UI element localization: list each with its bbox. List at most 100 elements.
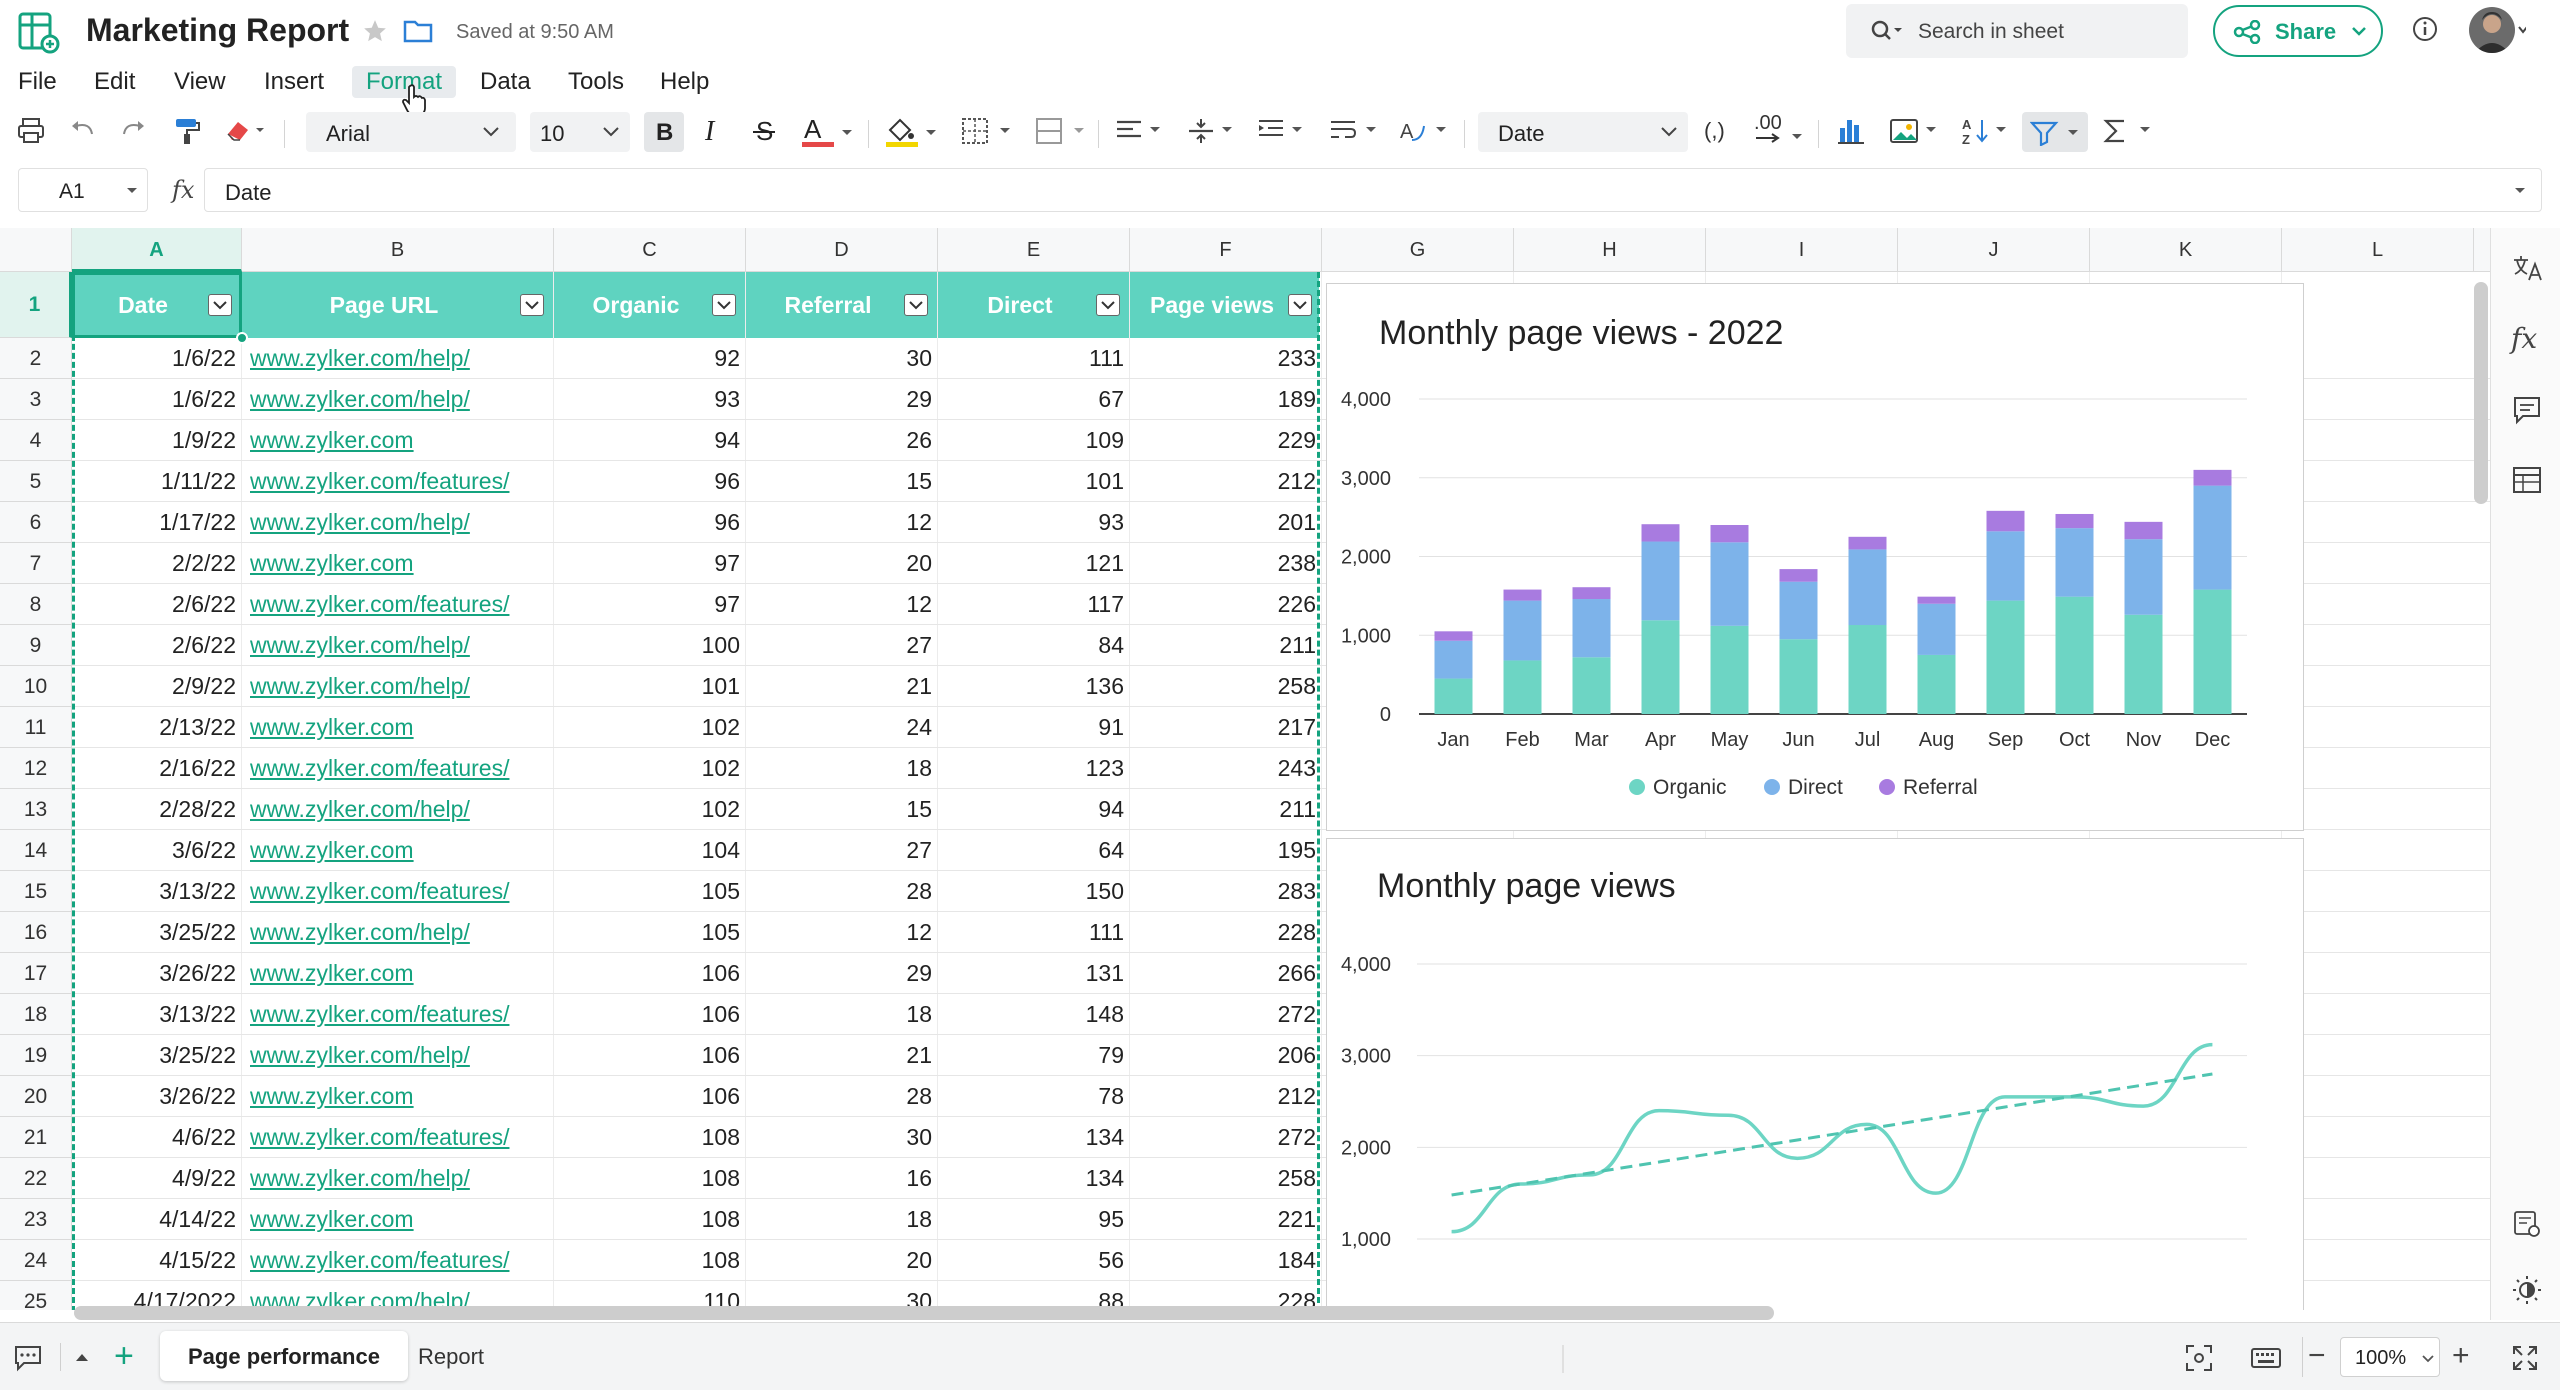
cell-value[interactable]: 20: [746, 1240, 938, 1280]
row-header[interactable]: 22: [0, 1158, 72, 1199]
cell-value[interactable]: 3/13/22: [72, 871, 242, 911]
row-header[interactable]: 23: [0, 1199, 72, 1240]
text-color-icon[interactable]: A: [800, 116, 860, 150]
menu-file[interactable]: File: [4, 66, 71, 98]
menu-help[interactable]: Help: [646, 66, 723, 98]
cell-value[interactable]: 12: [746, 912, 938, 952]
cell-value[interactable]: 206: [1130, 1035, 1322, 1075]
tab-scroll-divider[interactable]: [1562, 1345, 1564, 1373]
cell-value[interactable]: 21: [746, 666, 938, 706]
cell-value[interactable]: 217: [1130, 707, 1322, 747]
cell-value[interactable]: 21: [746, 1035, 938, 1075]
cell-value[interactable]: 96: [554, 461, 746, 501]
cell-value[interactable]: 20: [746, 543, 938, 583]
star-icon[interactable]: [362, 18, 388, 44]
cell-value[interactable]: 106: [554, 953, 746, 993]
url-link[interactable]: www.zylker.com: [242, 420, 554, 460]
cell-value[interactable]: 4/15/22: [72, 1240, 242, 1280]
cell-value[interactable]: 184: [1130, 1240, 1322, 1280]
sheet-app-logo-icon[interactable]: [16, 10, 60, 54]
cell-value[interactable]: 78: [938, 1076, 1130, 1116]
cell-value[interactable]: 226: [1130, 584, 1322, 624]
cell-value[interactable]: 101: [938, 461, 1130, 501]
column-header-d[interactable]: D: [746, 228, 938, 272]
cell-value[interactable]: 136: [938, 666, 1130, 706]
align-left-icon[interactable]: [1114, 116, 1170, 146]
document-title[interactable]: Marketing Report: [86, 12, 349, 49]
cell-value[interactable]: 1/6/22: [72, 338, 242, 378]
sort-icon[interactable]: AZ: [1960, 116, 2016, 146]
sum-function-icon[interactable]: [2102, 116, 2158, 146]
cell-value[interactable]: 111: [938, 912, 1130, 952]
row-header[interactable]: 19: [0, 1035, 72, 1076]
table-icon[interactable]: [2511, 464, 2543, 496]
row-header[interactable]: 9: [0, 625, 72, 666]
cell-value[interactable]: 93: [554, 379, 746, 419]
row-header[interactable]: 12: [0, 748, 72, 789]
row-header[interactable]: 15: [0, 871, 72, 912]
cell-value[interactable]: 3/26/22: [72, 953, 242, 993]
cell-value[interactable]: 1/11/22: [72, 461, 242, 501]
formula-input[interactable]: Date: [204, 168, 2542, 212]
url-link[interactable]: www.zylker.com: [242, 707, 554, 747]
text-rotation-icon[interactable]: A: [1398, 116, 1454, 146]
url-link[interactable]: www.zylker.com/features/: [242, 1240, 554, 1280]
row-header[interactable]: 13: [0, 789, 72, 830]
cell-value[interactable]: 108: [554, 1240, 746, 1280]
cell-value[interactable]: 106: [554, 1076, 746, 1116]
cell-value[interactable]: 100: [554, 625, 746, 665]
cell-value[interactable]: 18: [746, 994, 938, 1034]
cell-value[interactable]: 2/28/22: [72, 789, 242, 829]
cell-value[interactable]: 105: [554, 871, 746, 911]
cell-value[interactable]: 243: [1130, 748, 1322, 788]
paint-format-icon[interactable]: [172, 116, 202, 146]
share-button[interactable]: Share: [2213, 5, 2383, 57]
cell-value[interactable]: 148: [938, 994, 1130, 1034]
cell-value[interactable]: 266: [1130, 953, 1322, 993]
cell-value[interactable]: 3/25/22: [72, 1035, 242, 1075]
row-header[interactable]: 11: [0, 707, 72, 748]
fill-color-icon[interactable]: [884, 116, 944, 150]
url-link[interactable]: www.zylker.com: [242, 1076, 554, 1116]
cell-value[interactable]: 95: [938, 1199, 1130, 1239]
bold-button[interactable]: B: [644, 112, 684, 152]
url-link[interactable]: www.zylker.com/help/: [242, 338, 554, 378]
fullscreen-icon[interactable]: [2510, 1343, 2540, 1373]
cell-value[interactable]: 30: [746, 338, 938, 378]
cell-value[interactable]: 101: [554, 666, 746, 706]
folder-icon[interactable]: [403, 18, 433, 44]
url-link[interactable]: www.zylker.com/features/: [242, 994, 554, 1034]
cell-value[interactable]: 1/9/22: [72, 420, 242, 460]
filter-dropdown-icon[interactable]: [712, 294, 736, 316]
font-size-select[interactable]: 10: [530, 112, 630, 152]
url-link[interactable]: www.zylker.com: [242, 953, 554, 993]
menu-tools[interactable]: Tools: [554, 66, 638, 98]
cell-value[interactable]: 26: [746, 420, 938, 460]
tab-page-performance[interactable]: Page performance: [160, 1331, 408, 1381]
cell-value[interactable]: 4/14/22: [72, 1199, 242, 1239]
row-header[interactable]: 18: [0, 994, 72, 1035]
cell-value[interactable]: 27: [746, 625, 938, 665]
cell-value[interactable]: 93: [938, 502, 1130, 542]
print-icon[interactable]: [16, 116, 46, 146]
cell-value[interactable]: 94: [938, 789, 1130, 829]
cell-value[interactable]: 28: [746, 1076, 938, 1116]
expand-formula-icon[interactable]: [2513, 186, 2527, 196]
menu-view[interactable]: View: [160, 66, 240, 98]
cell-value[interactable]: 258: [1130, 1158, 1322, 1198]
url-link[interactable]: www.zylker.com/help/: [242, 625, 554, 665]
cell-value[interactable]: 212: [1130, 461, 1322, 501]
url-link[interactable]: www.zylker.com/help/: [242, 666, 554, 706]
cell-value[interactable]: 3/6/22: [72, 830, 242, 870]
undo-icon[interactable]: [68, 116, 98, 146]
indent-icon[interactable]: [1256, 116, 1312, 146]
cell-value[interactable]: 67: [938, 379, 1130, 419]
row-header[interactable]: 1: [0, 272, 72, 338]
cell-value[interactable]: 29: [746, 953, 938, 993]
italic-icon[interactable]: I: [700, 116, 724, 146]
cell-value[interactable]: 92: [554, 338, 746, 378]
row-header[interactable]: 10: [0, 666, 72, 707]
cell-value[interactable]: 2/9/22: [72, 666, 242, 706]
keyboard-icon[interactable]: [2250, 1345, 2282, 1371]
row-header[interactable]: 20: [0, 1076, 72, 1117]
